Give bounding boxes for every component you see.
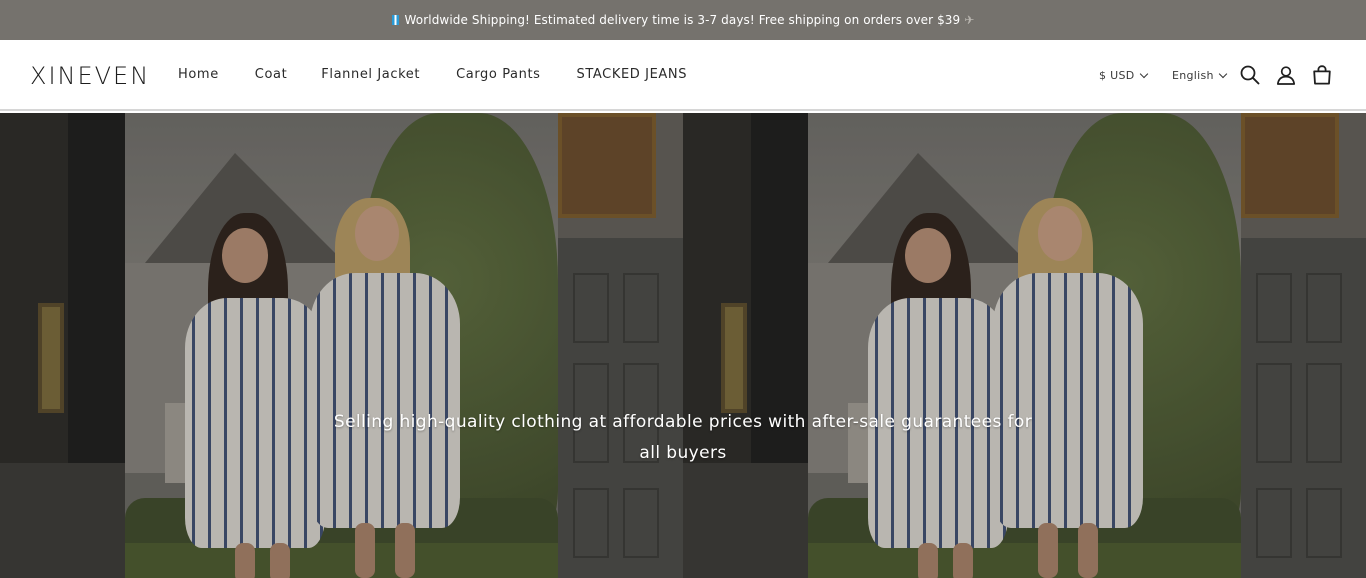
hero-overlay [0, 113, 1366, 578]
nav-item-flannel-jacket[interactable]: Flannel Jacket [321, 67, 420, 82]
nav-item-stacked-jeans[interactable]: STACKED JEANS [577, 67, 688, 82]
flag-icon [391, 15, 399, 25]
announcement-bar: Worldwide Shipping! Estimated delivery t… [0, 0, 1366, 40]
chevron-down-icon [1218, 69, 1228, 78]
main-nav: Home Coat Flannel Jacket Cargo Pants STA… [178, 67, 687, 82]
search-button[interactable] [1239, 64, 1261, 86]
hero-tagline-line1: Selling high-quality clothing at afforda… [333, 412, 1033, 432]
nav-item-coat[interactable]: Coat [255, 67, 288, 82]
site-logo[interactable]: XINEVEN [30, 62, 150, 90]
currency-label: $ USD [1099, 69, 1135, 82]
nav-item-cargo-pants[interactable]: Cargo Pants [456, 67, 540, 82]
nav-item-home[interactable]: Home [178, 67, 219, 82]
account-icon [1276, 66, 1296, 85]
cart-icon [1313, 65, 1331, 85]
hero-tagline: Selling high-quality clothing at afforda… [333, 407, 1033, 469]
account-button[interactable] [1275, 64, 1297, 86]
currency-selector[interactable]: $ USD [1099, 69, 1148, 82]
site-header: XINEVEN Home Coat Flannel Jacket Cargo P… [0, 40, 1366, 111]
plane-icon: ✈ [964, 13, 975, 27]
cart-button[interactable] [1311, 64, 1333, 86]
announcement-text: Worldwide Shipping! Estimated delivery t… [404, 13, 961, 27]
search-icon [1240, 65, 1260, 85]
language-selector[interactable]: English [1172, 69, 1228, 82]
hero-banner: Selling high-quality clothing at afforda… [0, 113, 1366, 578]
language-label: English [1172, 69, 1214, 82]
hero-tagline-line2: all buyers [639, 443, 727, 463]
chevron-down-icon [1139, 69, 1148, 78]
